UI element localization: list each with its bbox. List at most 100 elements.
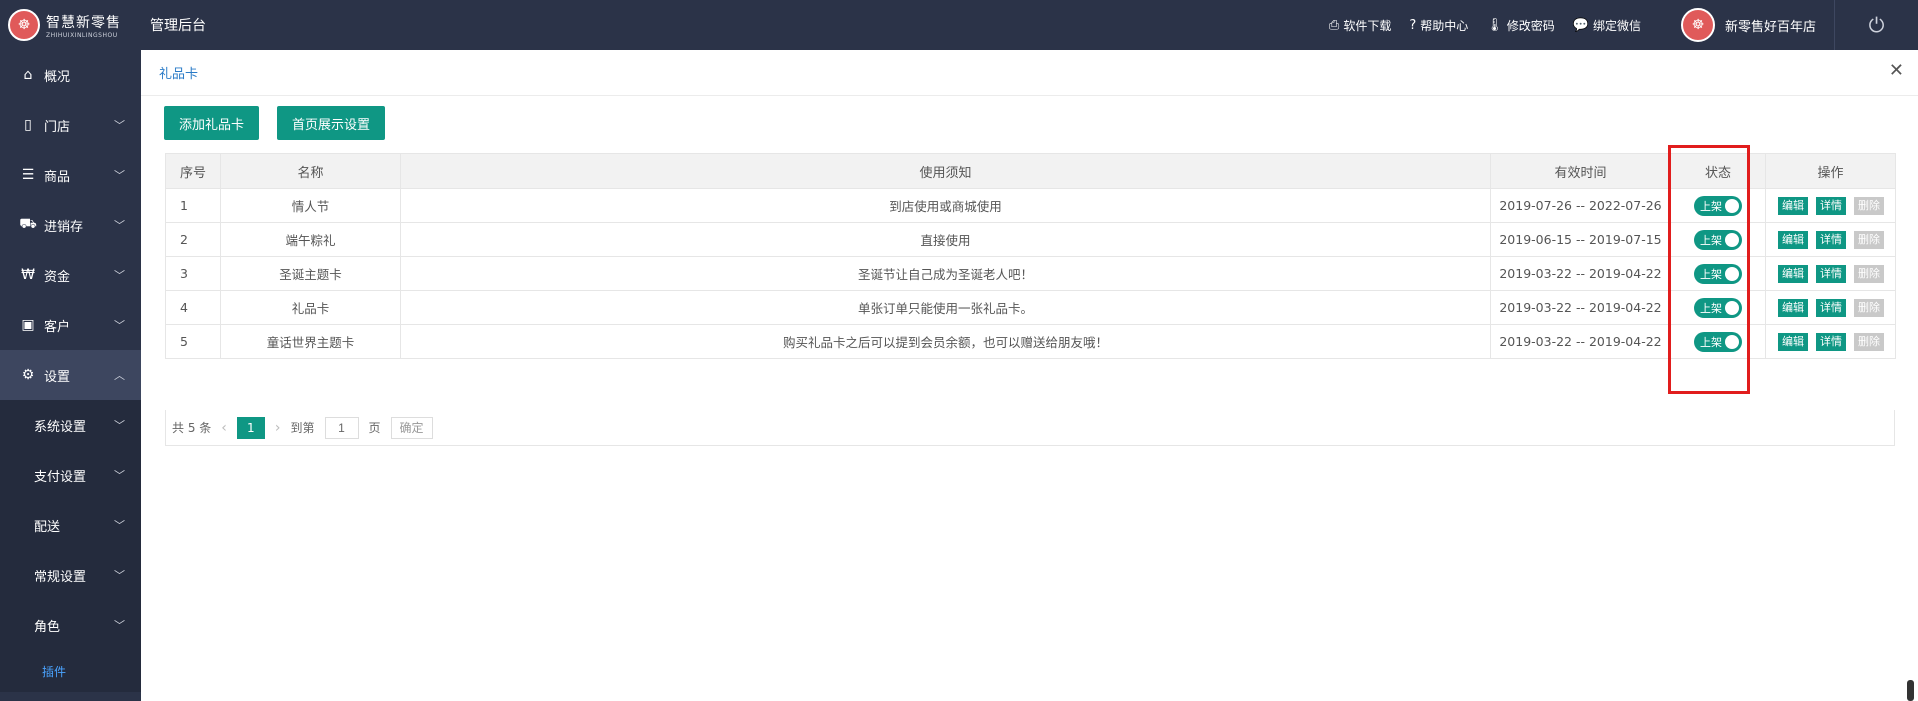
cell-valid-time: 2019-03-22 -- 2019-04-22 [1490,290,1671,325]
won-icon: ₩ [21,267,35,283]
cell-no: 2 [165,222,221,257]
tab-gift-card[interactable]: 礼品卡 [159,63,198,82]
sidebar-sub-general-settings[interactable]: 常规设置 ﹀ [0,550,141,600]
detail-button[interactable]: 详情 [1816,196,1846,215]
cell-notice: 购买礼品卡之后可以提到会员余额，也可以赠送给朋友哦！ [400,324,1491,359]
admin-title: 管理后台 [150,18,206,34]
software-download-link[interactable]: ⎙ 软件下载 [1329,17,1391,34]
next-page-icon[interactable]: › [275,420,281,436]
table-row: 2 端午粽礼 直接使用 2019-06-15 -- 2019-07-15 上架 … [165,222,1896,257]
cell-no: 1 [165,188,221,223]
chevron-down-icon: ﹀ [114,319,125,332]
delete-button[interactable]: 删除 [1854,298,1884,317]
sidebar-item-store[interactable]: ▯ 门店 ﹀ [0,100,141,150]
cell-name: 童话世界主题卡 [220,324,401,359]
sidebar-sub-plugins[interactable]: 插件 [0,650,141,692]
edit-button[interactable]: 编辑 [1778,196,1808,215]
cell-valid-time: 2019-03-22 -- 2019-04-22 [1490,324,1671,359]
edit-button[interactable]: 编辑 [1778,332,1808,351]
table-row: 1 情人节 到店使用或商城使用 2019-07-26 -- 2022-07-26… [165,188,1896,223]
status-toggle[interactable]: 上架 [1694,263,1742,284]
chat-icon: 💬 [1572,17,1589,33]
detail-button[interactable]: 详情 [1816,230,1846,249]
sidebar-item-overview[interactable]: ⌂ 概况 [0,50,141,100]
logo-text: 智慧新零售 [46,14,121,31]
id-card-icon: ▣ [21,317,35,333]
col-header-no: 序号 [165,153,221,189]
power-icon[interactable]: ⏻ [1834,0,1918,50]
sidebar-sub-system-settings[interactable]: 系统设置 ﹀ [0,400,141,450]
chevron-down-icon: ﹀ [114,269,125,282]
change-password-link[interactable]: 🌡 修改密码 [1486,17,1555,34]
table-row: 3 圣诞主题卡 圣诞节让自己成为圣诞老人吧！ 2019-03-22 -- 201… [165,256,1896,291]
logo-subtext: ZHIHUIXINLINGSHOU [46,31,118,39]
store-name: 新零售好百年店 [1724,19,1816,35]
delete-button[interactable]: 删除 [1854,332,1884,351]
avatar: ☸ [1680,8,1715,42]
thermometer-icon: 🌡 [1486,17,1503,33]
truck-icon: ⛟ [19,216,37,232]
chevron-up-icon: ︿ [114,369,125,382]
top-bar: ☸ 智慧新零售 ZHIHUIXINLINGSHOU 管理后台 ⎙ 软件下载 ? … [0,0,1918,50]
gift-card-table: 序号 名称 使用须知 有效时间 状态 操作 1 情人节 到店使用或商城使用 20… [165,153,1896,359]
total-count: 共 5 条 [172,421,212,435]
sidebar-item-funds[interactable]: ₩ 资金 ﹀ [0,250,141,300]
sidebar-item-settings[interactable]: ⚙ 设置 ︿ [0,350,141,400]
col-header-name: 名称 [220,153,401,189]
store-menu[interactable]: ☸ 新零售好百年店 [1659,0,1834,50]
tab-bar: 礼品卡 [141,50,1918,96]
table-row: 5 童话世界主题卡 购买礼品卡之后可以提到会员余额，也可以赠送给朋友哦！ 201… [165,324,1896,359]
logo[interactable]: ☸ 智慧新零售 ZHIHUIXINLINGSHOU [0,0,140,50]
delete-button[interactable]: 删除 [1854,264,1884,283]
sidebar-item-inventory[interactable]: ⛟ 进销存 ﹀ [0,200,141,250]
delete-button[interactable]: 删除 [1854,230,1884,249]
col-header-valid-time: 有效时间 [1490,153,1671,189]
table-header-row: 序号 名称 使用须知 有效时间 状态 操作 [165,153,1896,189]
page-current[interactable]: 1 [236,416,265,439]
sidebar-item-customer[interactable]: ▣ 客户 ﹀ [0,300,141,350]
prev-page-icon[interactable]: ‹ [221,420,227,436]
main-content: 礼品卡 ✕ 添加礼品卡 首页展示设置 序号 名称 使用须知 有效时间 状态 操作 [141,50,1918,701]
chevron-down-icon: ﹀ [114,519,125,532]
cell-notice: 到店使用或商城使用 [400,188,1491,223]
list-icon: ☰ [21,167,35,183]
help-center-link[interactable]: ? 帮助中心 [1409,17,1468,34]
chevron-down-icon: ﹀ [114,219,125,232]
chevron-down-icon: ﹀ [114,569,125,582]
sidebar: ⌂ 概况 ▯ 门店 ﹀ ☰ 商品 ﹀ ⛟ 进销存 ﹀ ₩ 资金 ﹀ ▣ 客户 ﹀… [0,50,141,701]
detail-button[interactable]: 详情 [1816,332,1846,351]
cell-name: 情人节 [220,188,401,223]
gear-icon: ⚙ [21,367,35,383]
chevron-down-icon: ﹀ [114,419,125,432]
sidebar-item-goods[interactable]: ☰ 商品 ﹀ [0,150,141,200]
scrollbar-thumb[interactable] [1907,680,1914,701]
status-toggle[interactable]: 上架 [1694,331,1742,352]
homepage-display-settings-button[interactable]: 首页展示设置 [277,106,386,140]
sidebar-sub-roles[interactable]: 角色 ﹀ [0,600,141,650]
status-toggle[interactable]: 上架 [1694,297,1742,318]
bind-wechat-link[interactable]: 💬 绑定微信 [1573,17,1641,34]
building-icon: ▯ [24,117,32,133]
chevron-down-icon: ﹀ [114,119,125,132]
goto-page-input[interactable] [324,416,359,439]
add-gift-card-button[interactable]: 添加礼品卡 [164,106,260,140]
edit-button[interactable]: 编辑 [1778,298,1808,317]
delete-button[interactable]: 删除 [1854,196,1884,215]
cell-name: 圣诞主题卡 [220,256,401,291]
cell-no: 4 [165,290,221,325]
sidebar-sub-delivery[interactable]: 配送 ﹀ [0,500,141,550]
goto-confirm-button[interactable]: 确定 [390,416,433,439]
status-toggle[interactable]: 上架 [1694,229,1742,250]
chevron-down-icon: ﹀ [114,169,125,182]
detail-button[interactable]: 详情 [1816,264,1846,283]
col-header-actions: 操作 [1765,153,1896,189]
sidebar-sub-payment-settings[interactable]: 支付设置 ﹀ [0,450,141,500]
table-row: 4 礼品卡 单张订单只能使用一张礼品卡。 2019-03-22 -- 2019-… [165,290,1896,325]
cell-notice: 直接使用 [400,222,1491,257]
close-icon[interactable]: ✕ [1889,60,1904,81]
edit-button[interactable]: 编辑 [1778,264,1808,283]
edit-button[interactable]: 编辑 [1778,230,1808,249]
detail-button[interactable]: 详情 [1816,298,1846,317]
page-label: 页 [368,421,381,435]
status-toggle[interactable]: 上架 [1694,195,1742,216]
